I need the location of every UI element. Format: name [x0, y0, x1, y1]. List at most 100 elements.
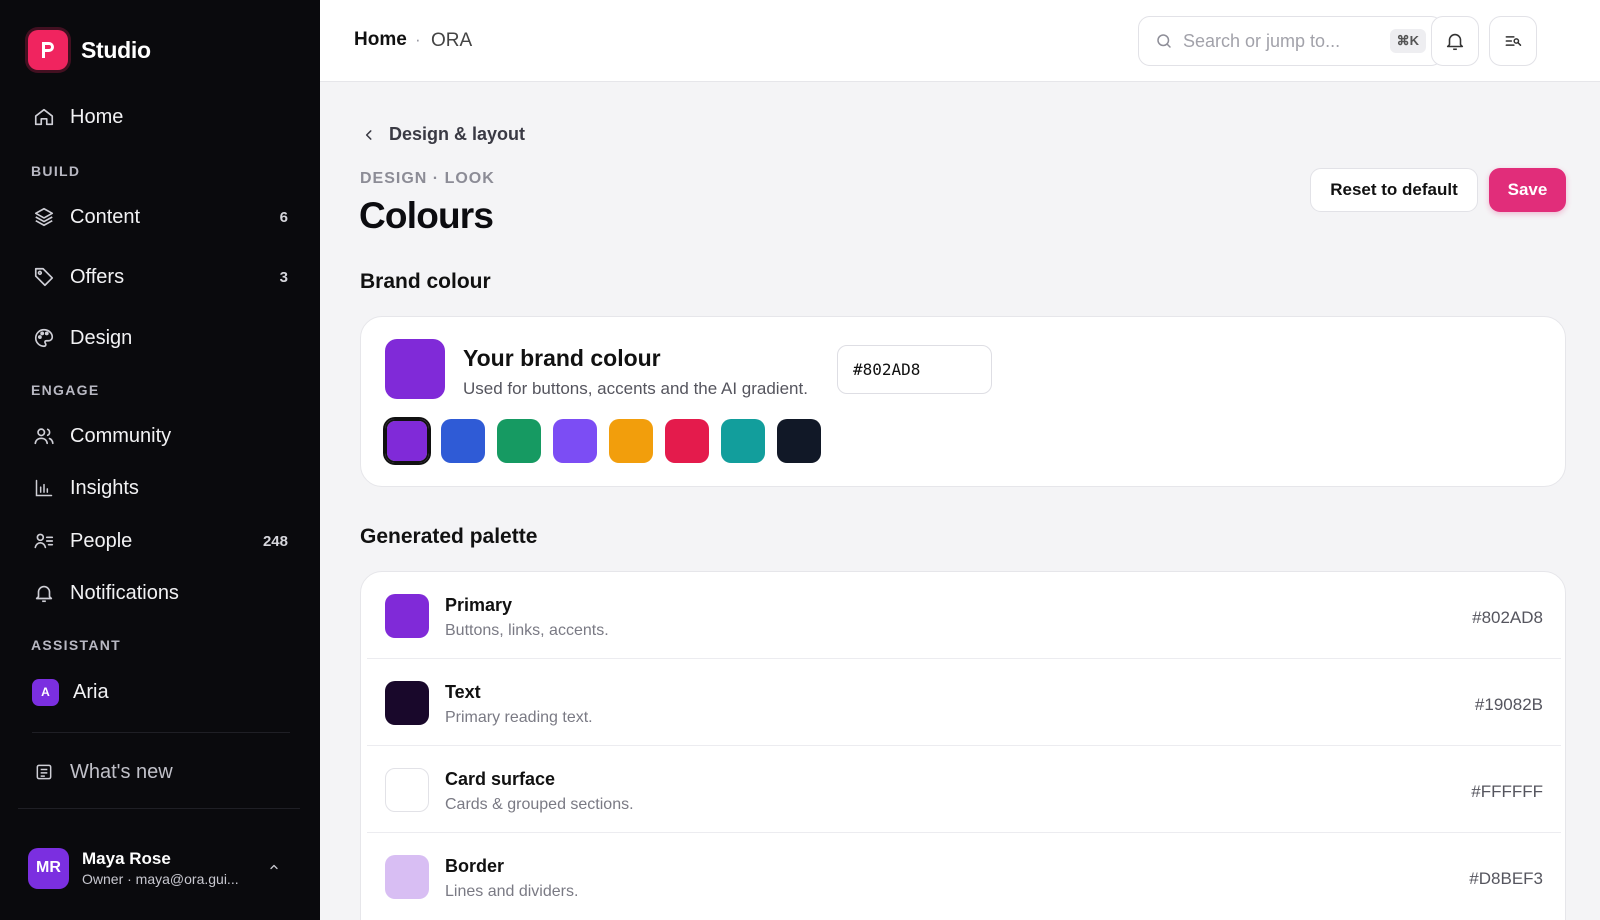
- back-link[interactable]: Design & layout: [362, 124, 525, 145]
- brand-colour-card: Your brand colour Used for buttons, acce…: [360, 316, 1566, 487]
- app-name: Studio: [81, 36, 151, 63]
- avatar: MR: [28, 847, 69, 889]
- page-eyebrow: DESIGN · LOOK: [360, 170, 495, 187]
- home-icon: [32, 105, 56, 129]
- colour-swatch[interactable]: [553, 419, 597, 463]
- sidebar-item-content[interactable]: Content 6: [32, 197, 292, 237]
- palette-hex: #FFFFFF: [1471, 782, 1543, 801]
- search-box[interactable]: ⌘K: [1138, 16, 1443, 66]
- colour-swatch[interactable]: [665, 419, 709, 463]
- colour-swatch[interactable]: [609, 419, 653, 463]
- colour-swatch[interactable]: [385, 419, 429, 463]
- sidebar-item-label: People: [70, 529, 133, 552]
- count-badge: 248: [262, 532, 288, 550]
- palette-swatch: [385, 594, 429, 638]
- sidebar: Studio Home BUILD Content 6 Offers 3 Des…: [0, 0, 320, 920]
- user-name: Maya Rose: [82, 849, 171, 868]
- generated-palette-card: Primary Buttons, links, accents. #802AD8 Te…: [360, 571, 1566, 920]
- palette-hex: #19082B: [1474, 695, 1543, 714]
- count-badge: 6: [279, 208, 288, 226]
- palette-swatch: [385, 681, 429, 725]
- palette-name: Text: [445, 682, 481, 702]
- back-link-label: Design & layout: [389, 124, 526, 144]
- palette-row[interactable]: Primary Buttons, links, accents. #802AD8: [367, 572, 1561, 659]
- save-button[interactable]: Save: [1489, 168, 1566, 212]
- generated-palette-heading: Generated palette: [360, 525, 538, 548]
- sidebar-item-community[interactable]: Community: [32, 416, 292, 456]
- colour-swatch[interactable]: [721, 419, 765, 463]
- palette-hex: #802AD8: [1472, 608, 1543, 627]
- section-label-engage: ENGAGE: [31, 382, 100, 398]
- aria-avatar: A: [32, 678, 59, 706]
- user-menu[interactable]: MR Maya Rose Owner · maya@ora.gui...: [28, 846, 290, 890]
- brand-colour-description: Used for buttons, accents and the AI gra…: [463, 379, 808, 398]
- sidebar-item-label: Home: [70, 105, 124, 128]
- palette-description: Primary reading text.: [445, 709, 593, 726]
- sidebar-item-offers[interactable]: Offers 3: [32, 257, 292, 297]
- sidebar-divider: [32, 732, 290, 733]
- sidebar-item-aria[interactable]: A Aria: [32, 672, 292, 712]
- breadcrumb-separator: ·: [415, 30, 421, 49]
- users-icon: [32, 424, 56, 448]
- brand-colour-heading: Brand colour: [360, 270, 491, 293]
- sidebar-item-whats-new[interactable]: What's new: [32, 752, 292, 792]
- layers-icon: [32, 205, 56, 229]
- sidebar-item-label: Community: [70, 424, 172, 447]
- user-subtitle: Owner · maya@ora.gui...: [82, 871, 239, 887]
- palette-row[interactable]: Border Lines and dividers. #D8BEF3: [367, 833, 1561, 920]
- preset-swatches: [385, 419, 821, 463]
- brand-colour-swatch[interactable]: [385, 339, 445, 399]
- bar-chart-icon: [32, 476, 56, 500]
- sidebar-item-notifications[interactable]: Notifications: [32, 573, 292, 613]
- bell-icon: [1444, 30, 1466, 52]
- palette-name: Border: [445, 856, 505, 876]
- sidebar-item-people[interactable]: People 248: [32, 521, 292, 561]
- colour-swatch[interactable]: [777, 419, 821, 463]
- tag-icon: [32, 265, 56, 289]
- sidebar-item-label: Notifications: [70, 581, 179, 604]
- brand[interactable]: Studio: [28, 30, 151, 70]
- sidebar-divider: [18, 808, 300, 809]
- colour-swatch[interactable]: [441, 419, 485, 463]
- brand-hex-input[interactable]: [837, 345, 992, 394]
- page-title: Colours: [359, 195, 494, 236]
- colour-swatch[interactable]: [497, 419, 541, 463]
- reset-to-default-button[interactable]: Reset to default: [1310, 168, 1478, 212]
- palette-icon: [32, 326, 56, 350]
- search-icon: [1155, 32, 1173, 50]
- palette-hex: #D8BEF3: [1469, 869, 1543, 888]
- sidebar-item-insights[interactable]: Insights: [32, 468, 292, 508]
- breadcrumb-home[interactable]: Home: [354, 29, 407, 51]
- palette-name: Card surface: [445, 769, 556, 789]
- section-label-build: BUILD: [31, 163, 81, 179]
- notifications-button[interactable]: [1431, 16, 1479, 66]
- sidebar-item-label: Design: [70, 326, 133, 349]
- sidebar-item-label: Insights: [70, 476, 139, 499]
- sidebar-item-label: Offers: [70, 265, 125, 288]
- user-list-icon: [32, 529, 56, 553]
- sidebar-item-label: Aria: [73, 680, 109, 703]
- palette-description: Buttons, links, accents.: [445, 622, 609, 639]
- palette-description: Cards & grouped sections.: [445, 796, 634, 813]
- palette-row[interactable]: Text Primary reading text. #19082B: [367, 659, 1561, 746]
- palette-swatch: [385, 855, 429, 899]
- newspaper-icon: [32, 760, 56, 784]
- palette-row[interactable]: Card surface Cards & grouped sections. #FF…: [367, 746, 1561, 833]
- filter-settings-button[interactable]: [1489, 16, 1537, 66]
- sidebar-item-home[interactable]: Home: [32, 97, 292, 137]
- sidebar-item-label: What's new: [70, 760, 173, 783]
- breadcrumb-current: ORA: [431, 30, 473, 51]
- sidebar-item-label: Content: [70, 205, 141, 228]
- shortcut-badge: ⌘K: [1389, 29, 1426, 53]
- brand-colour-title: Your brand colour: [463, 345, 661, 371]
- chevron-left-icon: [362, 128, 389, 142]
- chevron-up-icon: [268, 860, 280, 878]
- studio-logo-icon: [28, 30, 68, 70]
- section-label-assistant: ASSISTANT: [31, 637, 121, 653]
- sidebar-item-design[interactable]: Design: [32, 318, 292, 358]
- palette-name: Primary: [445, 595, 513, 615]
- sliders-icon: [1503, 31, 1523, 51]
- search-input[interactable]: [1183, 30, 1373, 52]
- topbar: Home · ORA ⌘K: [320, 0, 1600, 82]
- palette-swatch: [385, 768, 429, 812]
